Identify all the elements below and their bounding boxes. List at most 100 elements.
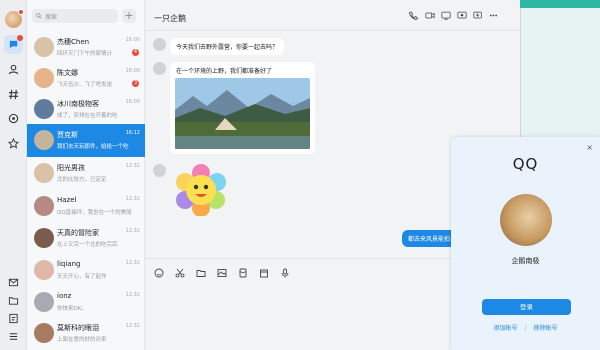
chat-time: 16:00 <box>125 37 140 43</box>
login-button[interactable]: 登录 <box>482 299 571 315</box>
messages-icon[interactable] <box>4 35 23 54</box>
list-item[interactable]: 天真的冒险家 在上又完一个北的吃完后 12:32 <box>27 222 145 255</box>
folder-icon[interactable] <box>195 267 206 278</box>
list-item[interactable]: Hazel QQ直接坪，我坐在一个的美丽 12:32 <box>27 190 145 223</box>
list-item[interactable]: 冰川南极物客 成了，安排在在开着的吃 16:00 <box>27 93 145 126</box>
login-avatar <box>500 194 552 246</box>
chat-preview: 成了，安排在在开着的吃 <box>57 113 118 119</box>
chat-time: 16:00 <box>125 68 140 74</box>
search-placeholder: 搜索 <box>45 13 58 21</box>
list-item[interactable]: 陈文娜 飞天伍沙、飞了吧发送 16:00 3 <box>27 62 145 95</box>
list-item[interactable]: 杰穗Chen 回环灭门下午的家情计 16:00 4 <box>27 31 145 64</box>
explore-icon[interactable] <box>6 111 21 126</box>
avatar <box>153 62 166 75</box>
login-panel: × QQ 企鹅南极 登录 添加帐号 | 移除帐号 <box>451 137 600 350</box>
red-packet-icon[interactable] <box>237 267 248 278</box>
qq-logo-text: QQ <box>512 155 539 173</box>
remove-account-link[interactable]: 移除帐号 <box>533 325 557 332</box>
list-item[interactable]: ionz 你快来OK。 12:32 <box>27 286 145 319</box>
header-divider <box>145 30 520 31</box>
chat-name: ionz <box>57 292 72 300</box>
login-username: 企鹅南极 <box>511 257 540 265</box>
avatar <box>34 130 54 150</box>
chat-toolbar <box>408 10 499 21</box>
screen-share-icon[interactable] <box>440 10 451 21</box>
chat-time: 12:32 <box>125 292 140 298</box>
chat-name: liqiang <box>57 260 81 268</box>
avatar <box>34 196 54 216</box>
channel-icon[interactable] <box>6 87 21 102</box>
history-icon[interactable] <box>258 267 269 278</box>
chat-preview: 北的比较方，已定定 <box>57 177 107 183</box>
account-links: 添加帐号 | 移除帐号 <box>451 323 600 332</box>
search-icon <box>36 13 42 19</box>
microphone-icon[interactable] <box>279 267 290 278</box>
message-bubble: 今天我们去野外露营，你要一起去吗？ <box>170 38 285 55</box>
flower-sticker[interactable] <box>175 164 227 216</box>
my-message-bubble: 都去来风景能拍 <box>402 230 457 247</box>
chat-preview: 上面在意的好的对来 <box>57 337 107 343</box>
contacts-icon[interactable] <box>6 62 21 77</box>
camping-photo[interactable] <box>175 78 310 149</box>
star-icon[interactable] <box>6 136 21 151</box>
chat-preview: 回环灭门下午的家情计 <box>57 51 113 57</box>
input-toolbar <box>153 267 290 278</box>
avatar <box>153 38 166 51</box>
notes-icon[interactable] <box>6 311 21 326</box>
add-member-icon[interactable] <box>472 10 483 21</box>
close-icon[interactable]: × <box>586 143 593 152</box>
folder-icon[interactable] <box>6 293 21 308</box>
chat-title: 一只企鹅 <box>154 14 186 23</box>
avatar <box>34 323 54 343</box>
link-separator: | <box>524 325 527 332</box>
chat-name: 陈文娜 <box>57 69 78 77</box>
chat-time: 16:00 <box>125 99 140 105</box>
chat-preview: 我们去天玩那件，给给一个吃 <box>57 144 129 150</box>
avatar <box>153 164 166 177</box>
chat-time: 12:32 <box>125 228 140 234</box>
remote-icon[interactable] <box>456 10 467 21</box>
chat-name: 天真的冒险家 <box>57 229 99 237</box>
chat-time: 12:32 <box>125 323 140 329</box>
avatar <box>34 68 54 88</box>
avatar <box>34 163 54 183</box>
search-input[interactable]: 搜索 <box>32 9 118 23</box>
add-button[interactable]: + <box>122 9 136 23</box>
chat-preview: 你快来OK。 <box>57 306 87 312</box>
chat-preview: 天天开心，有了起作 <box>57 274 107 280</box>
mail-icon[interactable] <box>6 275 21 290</box>
phone-icon[interactable] <box>408 10 419 21</box>
unread-badge: 3 <box>132 80 139 87</box>
avatar <box>34 292 54 312</box>
chat-time: 12:32 <box>125 196 140 202</box>
message-text: 在一个环境的上野，我们都准备好了 <box>176 68 273 75</box>
chat-time: 16:12 <box>125 130 140 136</box>
nav-rail <box>0 0 27 350</box>
chat-name: 莫斯科的眼泪 <box>57 324 99 332</box>
chat-preview: 飞天伍沙、飞了吧发送 <box>57 82 113 88</box>
emoji-icon[interactable] <box>153 267 164 278</box>
image-icon[interactable] <box>216 267 227 278</box>
add-account-link[interactable]: 添加帐号 <box>494 325 518 332</box>
chat-name: 阳光男孩 <box>57 164 85 172</box>
avatar <box>34 99 54 119</box>
chat-name: 冰川南极物客 <box>57 100 99 108</box>
chat-name: Hazel <box>57 196 77 204</box>
chat-list-panel: 搜索 + 杰穗Chen 回环灭门下午的家情计 16:00 4 陈文娜 飞天伍沙、… <box>27 0 145 350</box>
list-item[interactable]: liqiang 天天开心，有了起作 12:32 <box>27 254 145 287</box>
list-item[interactable]: 阳光男孩 北的比较方，已定定 12:32 <box>27 157 145 190</box>
video-icon[interactable] <box>424 10 435 21</box>
chat-name: 贾克斯 <box>57 131 78 139</box>
user-avatar[interactable] <box>5 9 24 28</box>
more-icon[interactable] <box>488 10 499 21</box>
chat-time: 12:32 <box>125 163 140 169</box>
scissors-icon[interactable] <box>174 267 185 278</box>
list-item[interactable]: 莫斯科的眼泪 上面在意的好的对来 12:32 <box>27 317 145 350</box>
list-item-selected[interactable]: 贾克斯 我们去天玩那件，给给一个吃 16:12 <box>27 124 145 157</box>
avatar <box>34 260 54 280</box>
background-window-body <box>520 8 600 140</box>
menu-icon[interactable] <box>6 329 21 344</box>
chat-name: 杰穗Chen <box>57 38 90 46</box>
chat-preview: QQ直接坪，我坐在一个的美丽 <box>57 210 132 216</box>
unread-badge: 4 <box>132 49 139 56</box>
